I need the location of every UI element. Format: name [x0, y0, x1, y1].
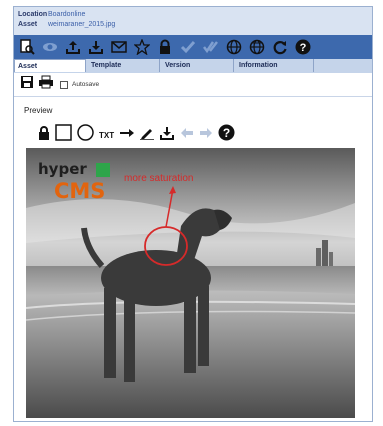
- autosave-checkbox[interactable]: [60, 80, 68, 89]
- mail-icon[interactable]: [110, 38, 128, 56]
- preview-title: Preview: [24, 106, 53, 115]
- logo-arrow-icon: [96, 163, 110, 177]
- pen-tool-icon[interactable]: [140, 126, 155, 145]
- location-header: Location Boardonline Asset weimaraner_20…: [14, 7, 372, 37]
- tab-template[interactable]: Template: [88, 59, 160, 72]
- eye-icon[interactable]: [41, 38, 59, 56]
- preview-icon[interactable]: [18, 38, 36, 56]
- download-icon[interactable]: [87, 38, 105, 56]
- check-icon[interactable]: [179, 38, 197, 56]
- location-key: Location: [18, 11, 48, 18]
- star-icon[interactable]: [133, 38, 151, 56]
- globe-icon[interactable]: [225, 38, 243, 56]
- rectangle-tool-icon[interactable]: [55, 124, 72, 146]
- logo-cms-text: CMS: [54, 179, 106, 203]
- svg-text:?: ?: [300, 42, 307, 54]
- circle-tool-icon[interactable]: [77, 124, 94, 146]
- logo-hyper-text: hyper: [38, 160, 87, 178]
- text-tool-label[interactable]: TXT: [99, 131, 114, 140]
- svg-text:?: ?: [223, 126, 230, 140]
- tab-bar: Asset Template Version Information: [14, 59, 372, 73]
- tab-version[interactable]: Version: [162, 59, 234, 72]
- asset-row: Asset weimaraner_2015.jpg: [18, 20, 115, 29]
- save-icon[interactable]: [20, 75, 34, 94]
- lock-icon[interactable]: [156, 38, 174, 56]
- help-icon[interactable]: ?: [294, 38, 312, 56]
- upload-icon[interactable]: [64, 38, 82, 56]
- double-check-icon[interactable]: [202, 38, 220, 56]
- image-edit-toolbar: TXT ?: [38, 124, 235, 146]
- arrow-tool-icon[interactable]: [119, 126, 135, 144]
- help-icon[interactable]: ?: [218, 124, 235, 146]
- location-row: Location Boardonline: [18, 10, 85, 19]
- refresh-icon[interactable]: [271, 38, 289, 56]
- globe-alt-icon[interactable]: [248, 38, 266, 56]
- print-icon[interactable]: [38, 75, 54, 94]
- tab-information[interactable]: Information: [236, 59, 314, 72]
- asset-editor-window: Location Boardonline Asset weimaraner_20…: [13, 6, 373, 422]
- asset-key: Asset: [18, 21, 38, 28]
- main-toolbar: ?: [14, 35, 372, 59]
- redo-icon[interactable]: [199, 126, 213, 144]
- lock-icon[interactable]: [38, 125, 50, 145]
- undo-icon[interactable]: [180, 126, 194, 144]
- location-value[interactable]: Boardonline: [48, 10, 85, 19]
- download-icon[interactable]: [159, 125, 175, 146]
- asset-value: weimaraner_2015.jpg: [48, 21, 116, 28]
- tab-asset[interactable]: Asset: [14, 59, 86, 72]
- save-bar: Autosave: [14, 73, 372, 97]
- autosave-label: Autosave: [72, 81, 100, 88]
- annotation-text: more saturation: [124, 173, 194, 184]
